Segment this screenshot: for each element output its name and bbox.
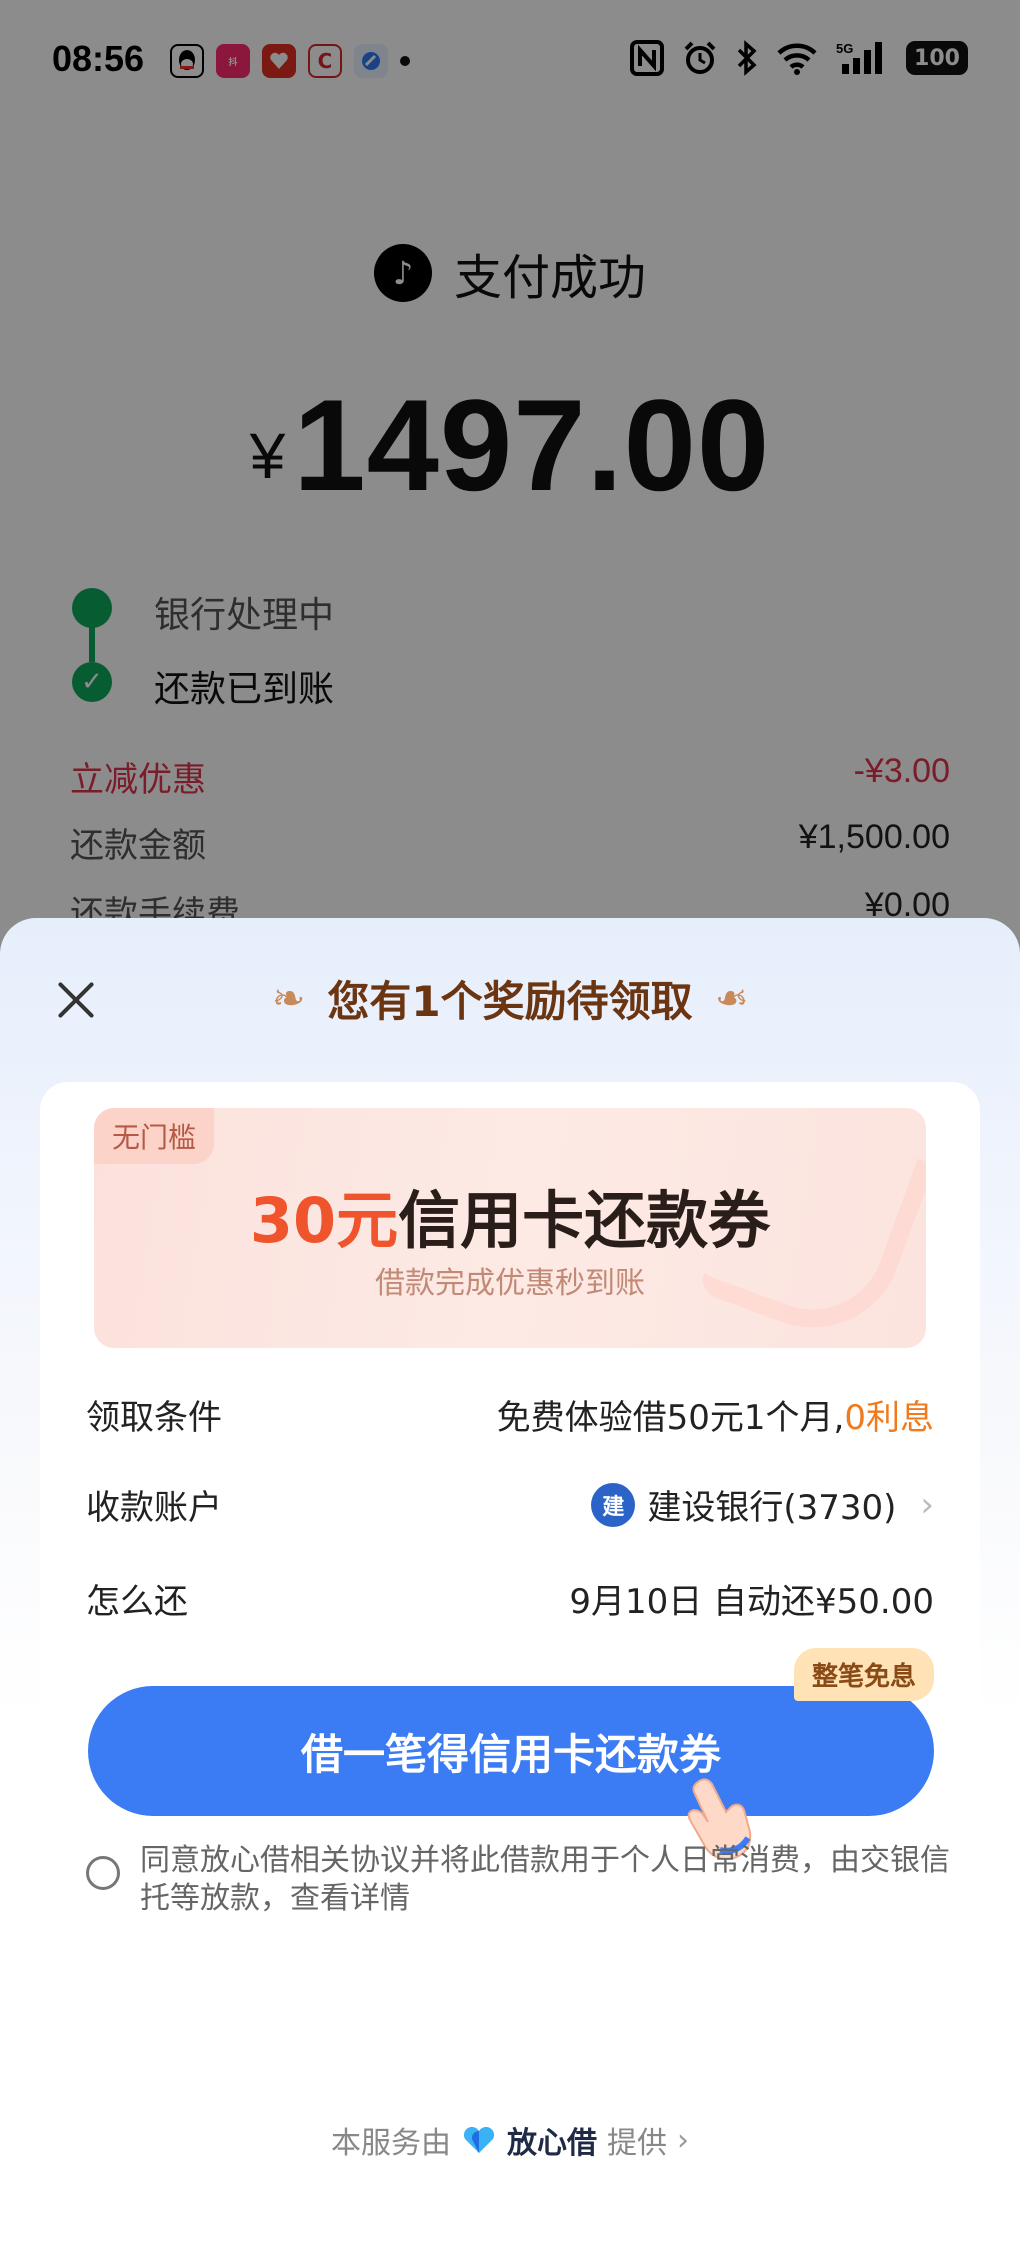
agreement-row: 同意放心借相关协议并将此借款用于个人日常消费，由交银信托等放款，查看详情 <box>86 1842 966 1918</box>
laurel-left-icon: ❧ <box>271 975 306 1022</box>
account-row[interactable]: 收款账户 建 建设银行(3730) › <box>86 1480 934 1529</box>
laurel-right-icon: ❧ <box>714 975 749 1022</box>
fangxinjie-logo-icon <box>463 2126 495 2153</box>
footer-brand: 放心借 <box>507 2126 597 2161</box>
repay-method-row: 怎么还 9月10日 自动还¥50.00 <box>86 1574 934 1623</box>
service-provider-footer[interactable]: 本服务由 放心借 提供 › <box>0 2118 1020 2162</box>
conditions-highlight: 0利息 <box>844 1398 934 1438</box>
offer-card: 无门槛 30元信用卡还款券 借款完成优惠秒到账 领取条件 免费体验借50元1个月… <box>40 1082 980 2082</box>
borrow-cta-button[interactable]: 借一笔得信用卡还款券 <box>88 1686 934 1816</box>
sheet-header: ❧ 您有1个奖励待领取 ❧ <box>0 968 1020 1029</box>
conditions-value: 免费体验借50元1个月, <box>496 1398 845 1438</box>
coupon-name: 信用卡还款券 <box>398 1184 771 1257</box>
conditions-row: 领取条件 免费体验借50元1个月, 0利息 <box>86 1390 934 1439</box>
account-value-wrap[interactable]: 建 建设银行(3730) › <box>591 1480 934 1529</box>
repay-method-value: 9月10日 自动还¥50.00 <box>569 1582 934 1622</box>
footer-suffix: 提供 <box>607 2126 667 2161</box>
chevron-right-icon: › <box>920 1484 934 1525</box>
coupon-amount: 30元 <box>249 1184 399 1257</box>
coupon-card[interactable]: 无门槛 30元信用卡还款券 借款完成优惠秒到账 <box>94 1108 926 1348</box>
interest-free-badge: 整笔免息 <box>793 1648 934 1701</box>
sheet-title: 您有1个奖励待领取 <box>327 977 693 1026</box>
coupon-tag: 无门槛 <box>94 1108 215 1164</box>
agreement-text[interactable]: 同意放心借相关协议并将此借款用于个人日常消费，由交银信托等放款，查看详情 <box>140 1842 966 1918</box>
repay-method-label: 怎么还 <box>86 1582 188 1622</box>
chevron-right-icon: › <box>677 2122 689 2158</box>
account-label: 收款账户 <box>86 1488 222 1528</box>
coupon-title: 30元信用卡还款券 <box>94 1170 926 1260</box>
coupon-subtitle: 借款完成优惠秒到账 <box>375 1266 645 1301</box>
conditions-label: 领取条件 <box>86 1398 222 1438</box>
ccb-bank-icon: 建 <box>591 1482 636 1527</box>
account-value: 建设银行(3730) <box>647 1488 897 1528</box>
footer-prefix: 本服务由 <box>331 2126 451 2161</box>
conditions-value-wrap: 免费体验借50元1个月, 0利息 <box>497 1390 934 1439</box>
agreement-radio[interactable] <box>86 1856 120 1890</box>
reward-bottom-sheet: ❧ 您有1个奖励待领取 ❧ 无门槛 30元信用卡还款券 借款完成优惠秒到账 领取… <box>0 918 1020 2244</box>
